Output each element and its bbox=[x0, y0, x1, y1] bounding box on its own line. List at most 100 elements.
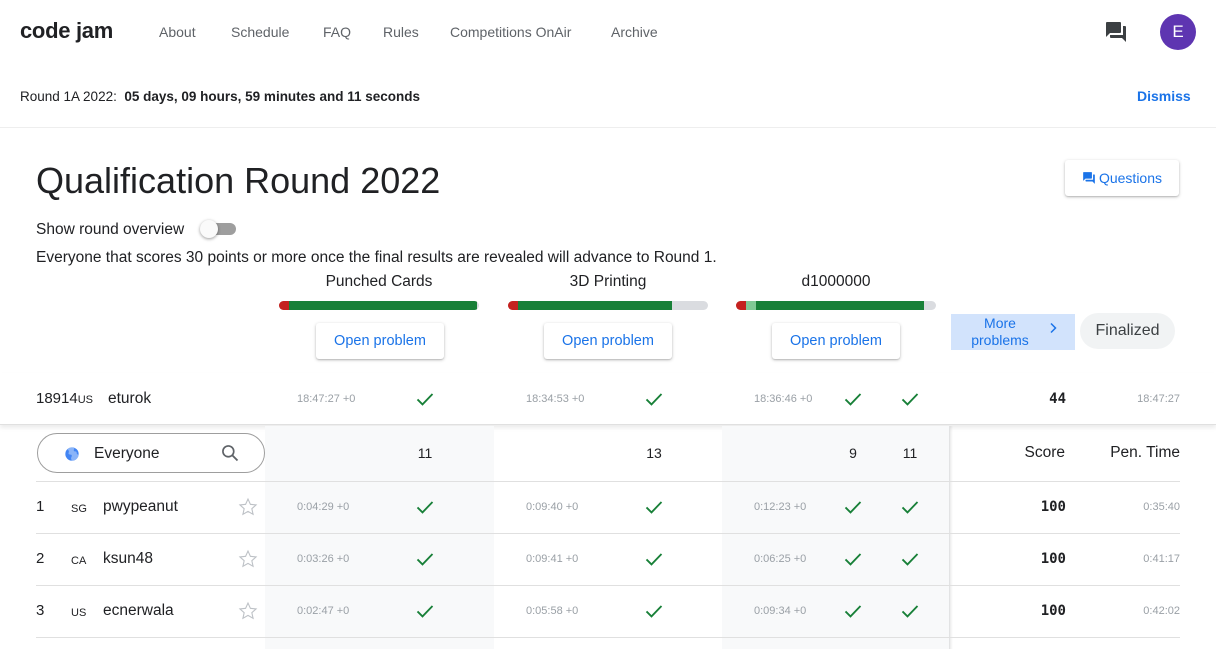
solve-time: 0:09:41 +0 bbox=[526, 553, 579, 565]
questions-icon bbox=[1083, 172, 1095, 184]
row-country: SG bbox=[71, 503, 87, 515]
countdown-text: Round 1A 2022: 05 days, 09 hours, 59 min… bbox=[20, 89, 420, 104]
nav-link-competitions-onair[interactable]: Competitions OnAir bbox=[450, 24, 571, 40]
current-user-row: 18914US eturok 18:47:27 +0 18:34:53 +0 1… bbox=[0, 373, 1216, 425]
problem-name-d1000000: d1000000 bbox=[801, 273, 871, 290]
solve-count: 11 bbox=[417, 445, 433, 461]
star-outline-icon[interactable] bbox=[238, 549, 258, 569]
check-icon bbox=[645, 605, 663, 618]
scope-filter-value: Everyone bbox=[94, 445, 160, 462]
nav-link-rules[interactable]: Rules bbox=[383, 24, 419, 40]
row-score: 100 bbox=[1040, 603, 1066, 619]
check-icon bbox=[844, 605, 862, 618]
check-icon bbox=[901, 393, 919, 406]
row-handle[interactable]: ksun48 bbox=[103, 550, 153, 568]
check-icon bbox=[645, 501, 663, 514]
check-icon bbox=[901, 553, 919, 566]
star-outline-icon[interactable] bbox=[238, 601, 258, 621]
solve-count: 11 bbox=[902, 445, 918, 461]
user-score: 44 bbox=[1049, 391, 1066, 407]
row-handle[interactable]: pwypeanut bbox=[103, 498, 178, 516]
problem-progress-bar bbox=[508, 301, 708, 310]
problem-name-3d-printing: 3D Printing bbox=[569, 273, 647, 290]
overview-toggle[interactable] bbox=[200, 220, 236, 238]
row-rank: 2 bbox=[36, 550, 45, 567]
check-icon bbox=[901, 605, 919, 618]
solve-time: 0:03:26 +0 bbox=[297, 553, 350, 565]
questions-label: Questions bbox=[1098, 170, 1163, 186]
open-problem-button[interactable]: Open problem bbox=[772, 323, 900, 359]
row-rank: 1 bbox=[36, 498, 45, 515]
row-score: 100 bbox=[1040, 551, 1066, 567]
more-problems-button[interactable]: More problems bbox=[951, 314, 1075, 350]
score-column-header[interactable]: Score bbox=[1000, 444, 1066, 462]
solve-count: 13 bbox=[646, 445, 662, 461]
row-penalty-time: 0:35:40 bbox=[1143, 501, 1180, 513]
nav-link-archive[interactable]: Archive bbox=[611, 24, 658, 40]
table-row: 2 CA ksun48 0:03:26 +0 0:09:41 +0 0:06:2… bbox=[0, 533, 1216, 585]
logo[interactable]: code jam bbox=[20, 18, 113, 44]
check-icon bbox=[844, 393, 862, 406]
globe-icon bbox=[65, 447, 79, 461]
scope-filter-input[interactable]: Everyone bbox=[37, 433, 265, 473]
top-nav: code jam About Schedule FAQ Rules Compet… bbox=[0, 0, 1216, 64]
solve-time: 0:02:47 +0 bbox=[297, 605, 350, 617]
check-icon bbox=[416, 501, 434, 514]
user-rank: 18914 bbox=[36, 390, 78, 407]
countdown-time: 05 days, 09 hours, 59 minutes and 11 sec… bbox=[124, 89, 420, 104]
chevron-right-icon bbox=[1050, 322, 1057, 334]
open-problem-button[interactable]: Open problem bbox=[544, 323, 672, 359]
check-icon bbox=[901, 501, 919, 514]
avatar[interactable]: E bbox=[1160, 14, 1196, 50]
dismiss-button[interactable]: Dismiss bbox=[1137, 88, 1191, 104]
check-icon bbox=[645, 553, 663, 566]
check-icon bbox=[844, 553, 862, 566]
solve-time: 0:09:40 +0 bbox=[526, 501, 579, 513]
status-badge: Finalized bbox=[1080, 313, 1175, 349]
divider bbox=[36, 637, 1180, 638]
user-country: US bbox=[77, 394, 93, 406]
problem-progress-bar bbox=[279, 301, 479, 310]
star-outline-icon[interactable] bbox=[238, 497, 258, 517]
check-icon bbox=[645, 393, 663, 406]
solve-time: 0:05:58 +0 bbox=[526, 605, 579, 617]
open-problem-button[interactable]: Open problem bbox=[316, 323, 444, 359]
row-penalty-time: 0:42:02 bbox=[1143, 605, 1180, 617]
problem-progress-bar bbox=[736, 301, 936, 310]
chat-icon[interactable] bbox=[1104, 20, 1128, 44]
row-penalty-time: 0:41:17 bbox=[1143, 553, 1180, 565]
user-rank-group: 18914US bbox=[36, 390, 93, 407]
penalty-column-header[interactable]: Pen. Time bbox=[1090, 444, 1180, 462]
solve-time: 18:47:27 +0 bbox=[297, 393, 356, 405]
row-country: US bbox=[71, 607, 87, 619]
problem-name-punched-cards: Punched Cards bbox=[325, 273, 433, 290]
nav-link-schedule[interactable]: Schedule bbox=[231, 24, 289, 40]
solve-count: 9 bbox=[849, 445, 857, 461]
solve-time: 18:34:53 +0 bbox=[526, 393, 585, 405]
row-rank: 3 bbox=[36, 602, 45, 619]
countdown-label: Round 1A 2022: bbox=[20, 89, 117, 104]
scoreboard-header: Everyone 11 13 9 11 Score Pen. Time bbox=[0, 426, 1216, 482]
nav-link-faq[interactable]: FAQ bbox=[323, 24, 351, 40]
user-penalty-time: 18:47:27 bbox=[1137, 393, 1180, 405]
countdown-banner: Round 1A 2022: 05 days, 09 hours, 59 min… bbox=[0, 64, 1216, 128]
solve-time: 0:09:34 +0 bbox=[754, 605, 807, 617]
overview-label: Show round overview bbox=[36, 221, 185, 238]
row-handle[interactable]: ecnerwala bbox=[103, 602, 174, 620]
row-score: 100 bbox=[1040, 499, 1066, 515]
solve-time: 0:04:29 +0 bbox=[297, 501, 350, 513]
row-country: CA bbox=[71, 555, 87, 567]
table-row: 3 US ecnerwala 0:02:47 +0 0:05:58 +0 0:0… bbox=[0, 585, 1216, 637]
search-icon[interactable] bbox=[220, 443, 240, 463]
solve-time: 0:12:23 +0 bbox=[754, 501, 807, 513]
table-row: 1 SG pwypeanut 0:04:29 +0 0:09:40 +0 0:1… bbox=[0, 481, 1216, 533]
check-icon bbox=[416, 553, 434, 566]
nav-link-about[interactable]: About bbox=[159, 24, 196, 40]
check-icon bbox=[416, 605, 434, 618]
solve-time: 0:06:25 +0 bbox=[754, 553, 807, 565]
more-problems-label: More problems bbox=[971, 315, 1029, 348]
advance-note: Everyone that scores 30 points or more o… bbox=[36, 249, 717, 266]
check-icon bbox=[416, 393, 434, 406]
user-handle[interactable]: eturok bbox=[108, 390, 151, 408]
questions-button[interactable]: Questions bbox=[1065, 160, 1179, 196]
